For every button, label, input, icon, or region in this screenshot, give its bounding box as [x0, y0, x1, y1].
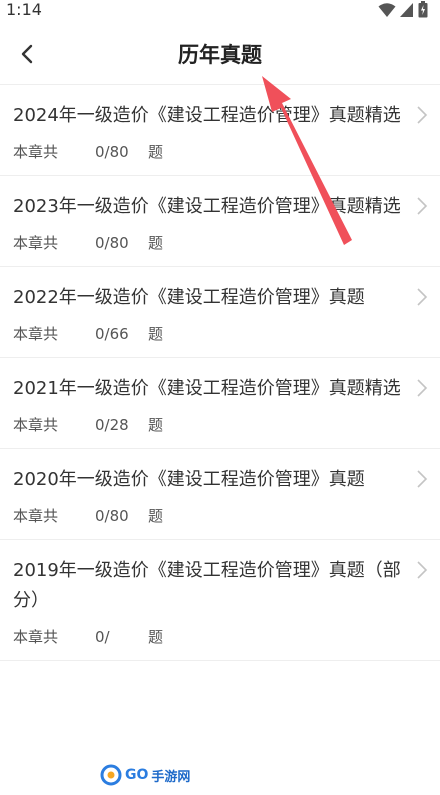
item-meta: 本章共 0/28 题	[13, 416, 404, 448]
meta-prefix: 本章共	[13, 325, 59, 343]
question-count: 0/80	[95, 234, 129, 252]
meta-suffix: 题	[148, 628, 164, 646]
watermark-logo: GO 手游网	[100, 764, 190, 786]
meta-suffix: 题	[148, 416, 164, 434]
chevron-right-icon	[417, 470, 428, 488]
question-count: 0/80	[95, 507, 129, 525]
item-meta: 本章共 0/66 题	[13, 325, 404, 357]
meta-suffix: 题	[148, 507, 164, 525]
list-item[interactable]: 2022年一级造价《建设工程造价管理》真题 本章共 0/66 题	[0, 267, 440, 358]
item-title: 2019年一级造价《建设工程造价管理》真题（部分）	[13, 560, 401, 611]
meta-prefix: 本章共	[13, 628, 59, 646]
status-time: 1:14	[6, 0, 42, 19]
question-count: 0/80	[95, 143, 129, 161]
question-count: 0/66	[95, 325, 129, 343]
meta-suffix: 题	[148, 234, 164, 252]
item-title: 2022年一级造价《建设工程造价管理》真题	[13, 287, 365, 308]
chevron-right-icon	[417, 379, 428, 397]
logo-icon	[100, 764, 122, 786]
chevron-right-icon	[417, 288, 428, 306]
exam-list: 2024年一级造价《建设工程造价管理》真题精选 本章共 0/80 题 2023年…	[0, 85, 440, 661]
list-item[interactable]: 2021年一级造价《建设工程造价管理》真题精选 本章共 0/28 题	[0, 358, 440, 449]
meta-suffix: 题	[148, 325, 164, 343]
status-bar: 1:14	[0, 0, 440, 22]
page-title: 历年真题	[178, 43, 262, 67]
list-item[interactable]: 2020年一级造价《建设工程造价管理》真题 本章共 0/80 题	[0, 449, 440, 540]
item-meta: 本章共 0/80 题	[13, 507, 404, 539]
item-meta: 本章共 0/80 题	[13, 234, 404, 266]
question-count: 0/28	[95, 416, 129, 434]
watermark-text-cn: 手游网	[151, 769, 191, 785]
list-item[interactable]: 2023年一级造价《建设工程造价管理》真题精选 本章共 0/80 题	[0, 176, 440, 267]
list-item[interactable]: 2019年一级造价《建设工程造价管理》真题（部分） 本章共 0/ 题	[0, 540, 440, 661]
item-title: 2024年一级造价《建设工程造价管理》真题精选	[13, 105, 401, 126]
signal-icon	[400, 2, 413, 17]
chevron-right-icon	[417, 561, 428, 579]
item-meta: 本章共 0/ 题	[13, 628, 404, 660]
wifi-icon	[378, 2, 396, 17]
meta-prefix: 本章共	[13, 416, 59, 434]
question-count: 0/	[95, 628, 110, 646]
meta-prefix: 本章共	[13, 234, 59, 252]
list-item[interactable]: 2024年一级造价《建设工程造价管理》真题精选 本章共 0/80 题	[0, 85, 440, 176]
nav-bar: 历年真题	[0, 22, 440, 85]
battery-icon	[418, 1, 428, 18]
meta-prefix: 本章共	[13, 143, 59, 161]
watermark-text: GO	[125, 767, 149, 783]
meta-prefix: 本章共	[13, 507, 59, 525]
chevron-right-icon	[417, 106, 428, 124]
item-title: 2021年一级造价《建设工程造价管理》真题精选	[13, 378, 401, 399]
chevron-right-icon	[417, 197, 428, 215]
item-meta: 本章共 0/80 题	[13, 143, 404, 175]
status-icons	[378, 1, 428, 18]
meta-suffix: 题	[148, 143, 164, 161]
item-title: 2023年一级造价《建设工程造价管理》真题精选	[13, 196, 401, 217]
item-title: 2020年一级造价《建设工程造价管理》真题	[13, 469, 365, 490]
